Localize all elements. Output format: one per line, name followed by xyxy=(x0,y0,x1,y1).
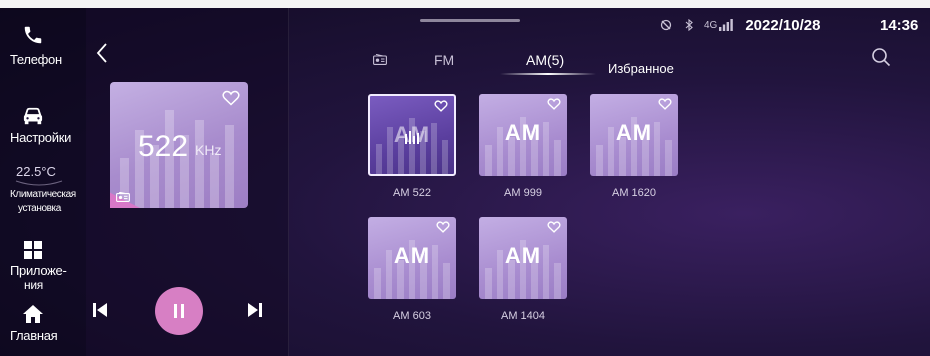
station-logo: AM xyxy=(615,120,653,145)
pause-icon xyxy=(174,304,184,318)
back-chevron-icon[interactable] xyxy=(94,42,112,64)
climate-label-line-2: установка xyxy=(18,203,61,214)
sidebar-item-settings[interactable]: Настройки xyxy=(0,106,86,145)
station-card[interactable]: AM xyxy=(368,217,456,299)
heart-icon[interactable] xyxy=(222,90,240,106)
bluetooth-icon xyxy=(685,19,693,31)
heart-icon[interactable] xyxy=(436,221,450,233)
station-logo: AM xyxy=(504,120,542,145)
sidebar-label-home: Главная xyxy=(10,328,58,343)
drag-handle[interactable] xyxy=(420,19,520,22)
station-card[interactable]: AM xyxy=(590,94,678,176)
station-logo: AM xyxy=(393,243,431,268)
radio-screen: Телефон Настройки 22.5°C Климатическая у… xyxy=(0,0,930,356)
sidebar-item-home[interactable]: Главная xyxy=(0,304,86,343)
climate-label-line-1: Климатическая xyxy=(10,189,76,200)
heart-icon[interactable] xyxy=(547,98,561,110)
radio-icon xyxy=(116,192,130,202)
current-frequency: 522 xyxy=(138,130,189,163)
station-label: AM 603 xyxy=(393,310,431,322)
status-bar: 4G 2022/10/28 xyxy=(660,15,820,35)
station-label: AM 1404 xyxy=(500,310,546,322)
sidebar-item-phone[interactable]: Телефон xyxy=(0,24,86,67)
climate-arc-icon xyxy=(15,180,63,186)
station-card[interactable]: AM xyxy=(368,94,456,176)
status-time: 14:36 xyxy=(880,17,919,34)
sidebar-item-climate[interactable]: 22.5°C Климатическая установка xyxy=(0,164,86,215)
previous-track-icon[interactable] xyxy=(93,302,107,318)
no-signal-icon xyxy=(660,19,672,31)
heart-icon[interactable] xyxy=(434,100,448,112)
home-icon xyxy=(23,305,43,323)
playing-equalizer-icon xyxy=(405,131,419,144)
station-label: AM 1620 xyxy=(611,187,657,199)
apps-grid-icon xyxy=(24,241,42,259)
next-track-icon[interactable] xyxy=(248,302,262,318)
climate-temperature: 22.5°C xyxy=(16,164,56,179)
sidebar-label-phone: Телефон xyxy=(10,52,62,67)
frequency-unit: KHz xyxy=(195,142,222,158)
phone-icon xyxy=(24,26,42,44)
top-frame-strip xyxy=(0,0,930,8)
search-icon[interactable] xyxy=(871,47,891,67)
tab-favorites[interactable]: Избранное xyxy=(608,61,674,76)
sidebar-item-apps[interactable]: Приложе- ния xyxy=(0,241,86,293)
tab-fm[interactable]: FM xyxy=(434,52,454,68)
station-label: AM 999 xyxy=(504,187,542,199)
apps-label-line-1: Приложе- xyxy=(10,263,67,278)
apps-label-line-2: ния xyxy=(24,278,43,292)
status-date: 2022/10/28 xyxy=(745,16,821,34)
station-card[interactable]: AM xyxy=(479,217,567,299)
network-type: 4G xyxy=(704,19,718,31)
station-logo: AM xyxy=(504,243,542,268)
sidebar-label-settings: Настройки xyxy=(10,130,72,145)
pause-button[interactable] xyxy=(155,287,203,335)
tab-am[interactable]: AM(5) xyxy=(526,52,564,68)
signal-strength-icon xyxy=(719,19,734,31)
tab-am-underline xyxy=(500,73,596,75)
heart-icon[interactable] xyxy=(658,98,672,110)
car-icon xyxy=(23,107,43,125)
heart-icon[interactable] xyxy=(547,221,561,233)
radio-source-icon[interactable] xyxy=(373,54,387,65)
station-label: AM 522 xyxy=(393,187,431,199)
sidebar: Телефон Настройки 22.5°C Климатическая у… xyxy=(0,8,86,356)
station-card[interactable]: AM xyxy=(479,94,567,176)
